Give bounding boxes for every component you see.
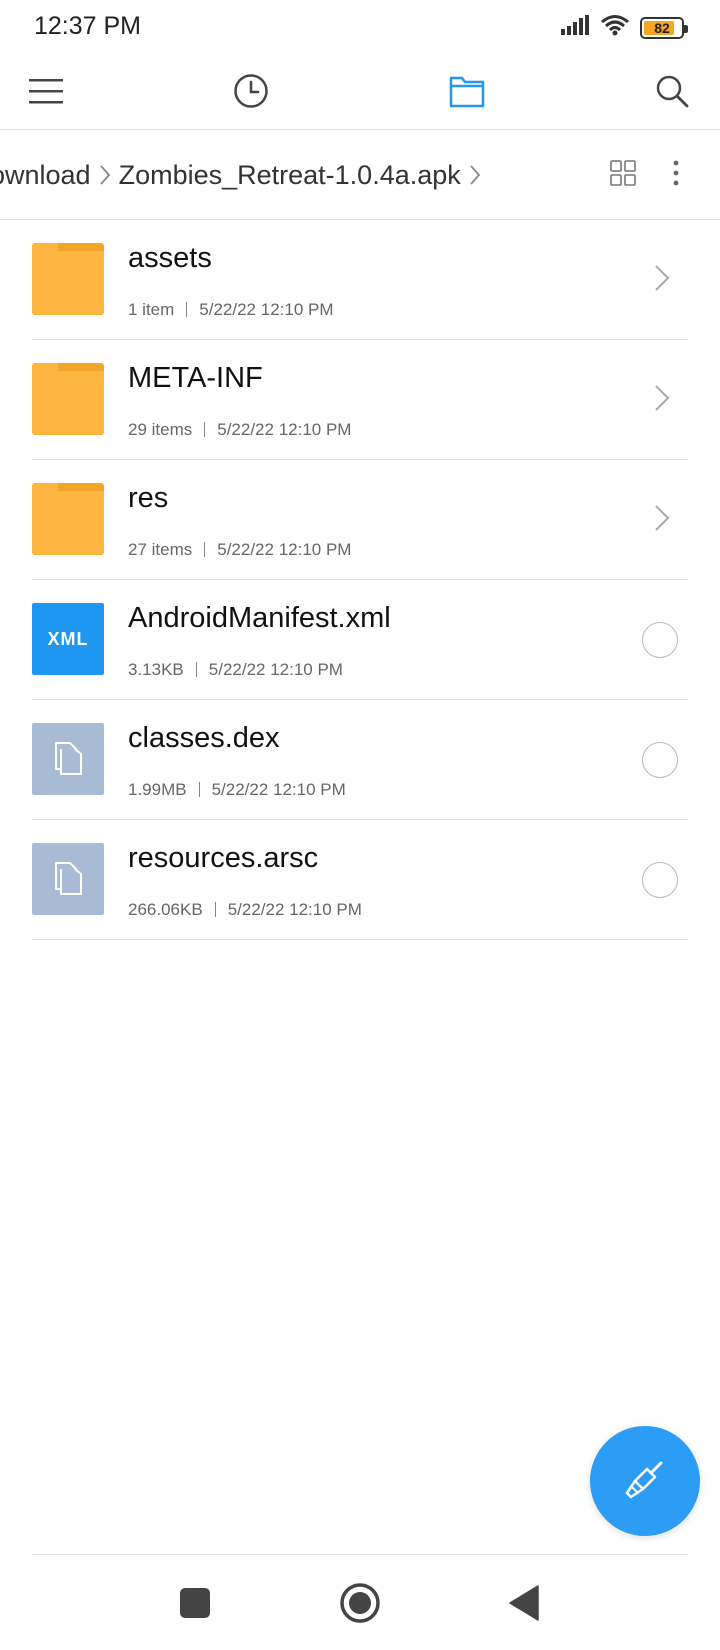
status-time: 12:37 PM xyxy=(34,12,142,40)
files-tab-button[interactable] xyxy=(440,66,494,120)
file-name: META-INF xyxy=(128,362,263,394)
battery-level: 82 xyxy=(654,19,670,36)
file-meta: 29 items 5/22/22 12:10 PM xyxy=(128,420,351,440)
select-radio[interactable] xyxy=(642,742,678,778)
select-radio[interactable] xyxy=(642,862,678,898)
file-row-androidmanifest[interactable]: XML AndroidManifest.xml 3.13KB 5/22/22 12… xyxy=(0,580,720,700)
modified-date: 5/22/22 12:10 PM xyxy=(199,300,334,319)
file-row-classes-dex[interactable]: classes.dex 1.99MB 5/22/22 12:10 PM xyxy=(0,700,720,820)
xml-file-icon: XML xyxy=(32,603,104,675)
battery-tip xyxy=(684,24,688,33)
status-bar: 12:37 PM 82 xyxy=(0,0,720,56)
file-meta: 266.06KB 5/22/22 12:10 PM xyxy=(128,900,362,920)
file-meta: 1 item 5/22/22 12:10 PM xyxy=(128,300,334,320)
breadcrumb-item-download[interactable]: ownload xyxy=(0,160,91,191)
wifi-icon xyxy=(600,14,630,41)
folder-icon xyxy=(449,74,485,113)
top-toolbar xyxy=(0,56,720,130)
folder-icon xyxy=(32,243,104,315)
file-size: 3.13KB xyxy=(128,660,184,679)
grid-view-icon xyxy=(610,159,636,186)
recents-button[interactable] xyxy=(173,1583,217,1627)
clean-up-button[interactable] xyxy=(590,1426,700,1536)
menu-icon xyxy=(29,77,63,110)
clock-icon xyxy=(233,73,269,114)
file-meta: 1.99MB 5/22/22 12:10 PM xyxy=(128,780,346,800)
file-size: 266.06KB xyxy=(128,900,203,919)
file-size: 1.99MB xyxy=(128,780,187,799)
chevron-right-icon xyxy=(469,164,481,186)
home-circle-icon xyxy=(339,1582,381,1629)
more-vertical-icon xyxy=(673,160,679,185)
brush-icon xyxy=(621,1455,669,1508)
item-count: 27 items xyxy=(128,540,193,559)
modified-date: 5/22/22 12:10 PM xyxy=(208,660,343,679)
battery-icon: 82 xyxy=(640,16,688,39)
chevron-right-icon xyxy=(654,504,670,537)
item-count: 1 item xyxy=(128,300,175,319)
folder-icon xyxy=(32,363,104,435)
signal-icon xyxy=(560,14,590,41)
more-options-button[interactable] xyxy=(672,159,680,192)
modified-date: 5/22/22 12:10 PM xyxy=(211,780,346,799)
breadcrumb-actions xyxy=(610,130,680,220)
select-radio[interactable] xyxy=(642,622,678,658)
chevron-right-icon xyxy=(99,164,111,186)
square-icon xyxy=(180,1587,210,1623)
chevron-right-icon xyxy=(654,384,670,417)
document-icon xyxy=(32,843,104,915)
item-count: 29 items xyxy=(128,420,193,439)
modified-date: 5/22/22 12:10 PM xyxy=(217,420,352,439)
breadcrumb-item-apk[interactable]: Zombies_Retreat-1.0.4a.apk xyxy=(119,160,461,191)
file-name: assets xyxy=(128,242,212,274)
breadcrumb-row: ownload Zombies_Retreat-1.0.4a.apk xyxy=(0,130,720,220)
grid-view-button[interactable] xyxy=(610,159,636,191)
file-name: classes.dex xyxy=(128,722,280,754)
home-button[interactable] xyxy=(338,1582,382,1629)
search-button[interactable] xyxy=(645,66,699,120)
file-row-res[interactable]: res 27 items 5/22/22 12:10 PM xyxy=(0,460,720,580)
back-button[interactable] xyxy=(502,1583,546,1627)
file-meta: 3.13KB 5/22/22 12:10 PM xyxy=(128,660,343,680)
file-row-assets[interactable]: assets 1 item 5/22/22 12:10 PM xyxy=(0,220,720,340)
file-name: AndroidManifest.xml xyxy=(128,602,391,634)
search-icon xyxy=(655,74,689,113)
recent-files-button[interactable] xyxy=(224,66,278,120)
folder-icon xyxy=(32,483,104,555)
file-meta: 27 items 5/22/22 12:10 PM xyxy=(128,540,351,560)
modified-date: 5/22/22 12:10 PM xyxy=(217,540,352,559)
chevron-right-icon xyxy=(654,264,670,297)
file-name: res xyxy=(128,482,169,514)
file-row-meta-inf[interactable]: META-INF 29 items 5/22/22 12:10 PM xyxy=(0,340,720,460)
file-list: assets 1 item 5/22/22 12:10 PM META-INF 2… xyxy=(0,220,720,940)
menu-button[interactable] xyxy=(19,66,73,120)
back-triangle-icon xyxy=(508,1584,540,1626)
file-row-resources-arsc[interactable]: resources.arsc 266.06KB 5/22/22 12:10 PM xyxy=(0,820,720,940)
status-icons: 82 xyxy=(560,14,688,41)
file-manager-screen: 12:37 PM 82 ownload Zombies_Retreat-1.0.… xyxy=(0,0,720,1650)
modified-date: 5/22/22 12:10 PM xyxy=(227,900,362,919)
breadcrumb: ownload Zombies_Retreat-1.0.4a.apk xyxy=(0,130,545,220)
file-name: resources.arsc xyxy=(128,842,319,874)
document-icon xyxy=(32,723,104,795)
system-nav-bar xyxy=(0,1555,720,1650)
